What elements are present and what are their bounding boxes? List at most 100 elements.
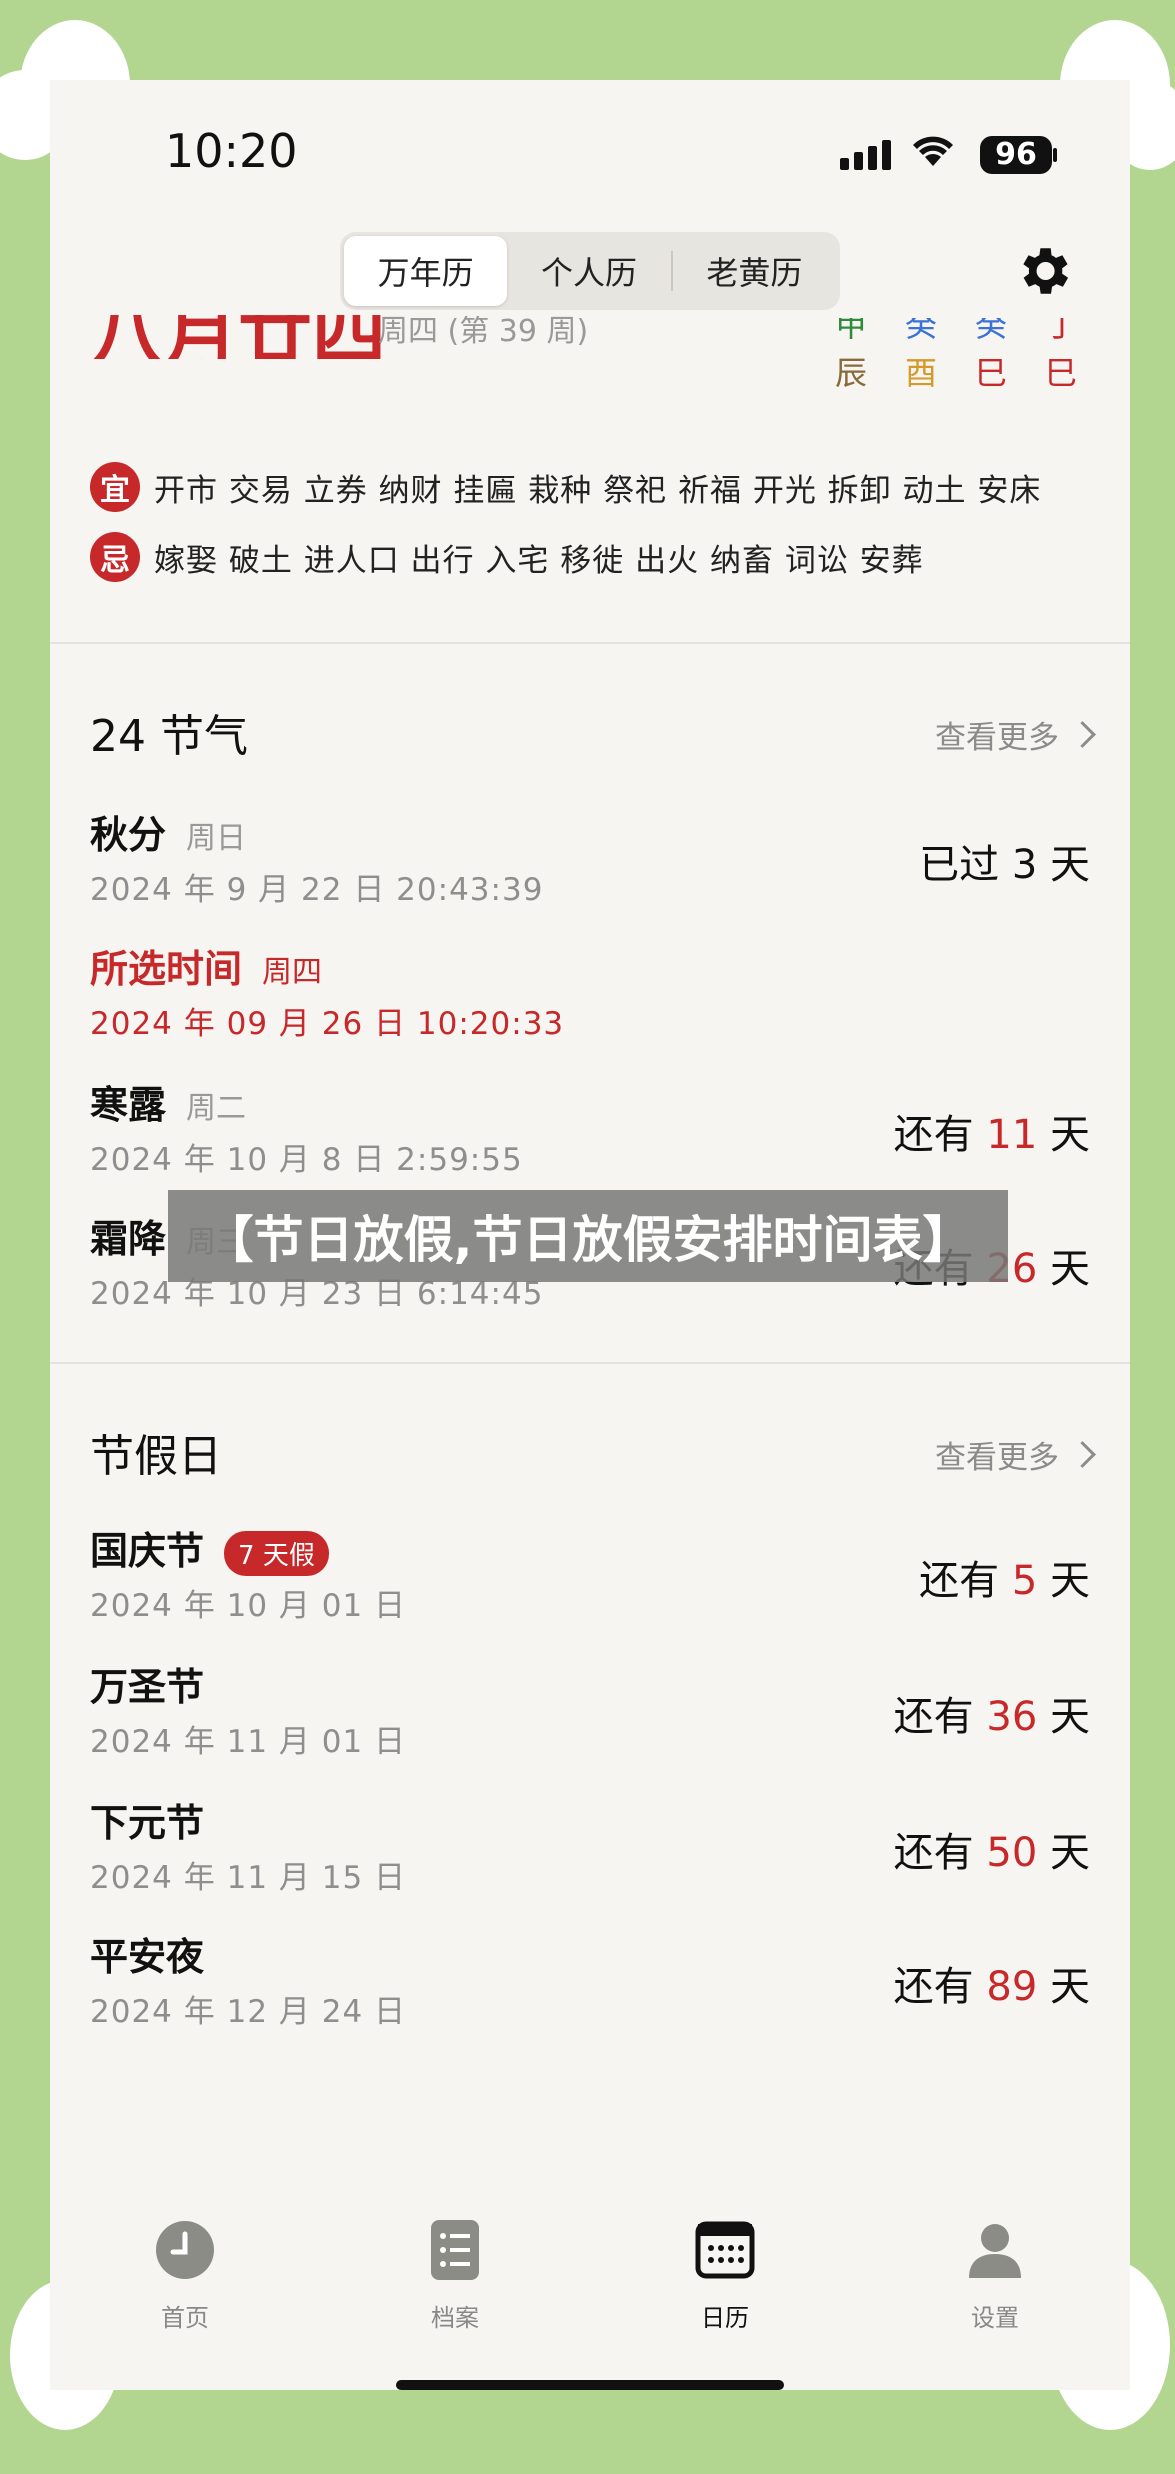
holidays-title: 节假日 bbox=[90, 1431, 222, 1482]
holiday-date: 2024 年 12 月 24 日 bbox=[90, 1994, 407, 2030]
battery-icon: 96 bbox=[980, 136, 1052, 174]
countdown-suffix: 天 bbox=[1050, 1246, 1090, 1292]
countdown-suffix: 天 bbox=[1050, 1558, 1090, 1604]
holiday-name: 下元节 bbox=[90, 1801, 205, 1845]
countdown-prefix: 还有 bbox=[893, 1112, 974, 1158]
ganzhi-month: 癸 酉 bbox=[905, 318, 938, 403]
wifi-icon bbox=[913, 136, 953, 166]
chevron-right-icon bbox=[1069, 721, 1096, 748]
ganzhi-stem: 癸 bbox=[975, 318, 1008, 340]
holiday-date: 2024 年 11 月 01 日 bbox=[90, 1724, 407, 1760]
countdown-prefix: 已过 bbox=[919, 842, 1000, 888]
countdown-days: 5 bbox=[1011, 1558, 1038, 1604]
overlay-title-banner: 【节日放假,节日放假安排时间表】 bbox=[168, 1190, 1008, 1282]
more-label: 查看更多 bbox=[935, 1440, 1059, 1476]
term-date: 2024 年 09 月 26 日 10:20:33 bbox=[90, 1006, 565, 1042]
term-date: 2024 年 10 月 8 日 2:59:55 bbox=[90, 1142, 523, 1178]
solar-term-row[interactable]: 寒露 周二 2024 年 10 月 8 日 2:59:55 还有 11 天 bbox=[90, 1074, 1090, 1194]
ji-badge: 忌 bbox=[90, 532, 140, 582]
term-countdown: 已过 3 天 bbox=[919, 832, 1090, 890]
countdown-days: 11 bbox=[986, 1112, 1038, 1158]
solar-terms-title: 24 节气 bbox=[90, 711, 248, 762]
calendar-mode-switch: 万年历 个人历 老黄历 bbox=[340, 232, 840, 310]
ganzhi-hour: 丁 巳 bbox=[1045, 318, 1078, 403]
section-divider bbox=[50, 1362, 1130, 1364]
yi-badge: 宜 bbox=[90, 462, 140, 512]
yi-text: 开市 交易 立券 纳财 挂匾 栽种 祭祀 祈福 开光 拆卸 动土 安床 bbox=[154, 472, 1042, 509]
term-name: 秋分 bbox=[90, 813, 167, 857]
term-date: 2024 年 9 月 22 日 20:43:39 bbox=[90, 872, 544, 908]
chevron-right-icon bbox=[1069, 1441, 1096, 1468]
list-icon bbox=[431, 2220, 479, 2280]
week-info-text: 周四 (第 39 周) bbox=[378, 316, 589, 349]
tab-archive[interactable]: 档案 bbox=[375, 2220, 535, 2333]
holiday-countdown: 还有 36 天 bbox=[894, 1684, 1090, 1742]
lunar-date: 八月廿四 bbox=[90, 315, 390, 359]
holiday-countdown: 还有 89 天 bbox=[894, 1954, 1090, 2012]
holiday-row[interactable]: 下元节 2024 年 11 月 15 日 还有 50 天 bbox=[90, 1792, 1090, 1912]
holidays-more-link[interactable]: 查看更多 bbox=[935, 1432, 1096, 1477]
solar-terms-more-link[interactable]: 查看更多 bbox=[935, 712, 1096, 757]
status-bar: 10:20 96 bbox=[50, 80, 1130, 230]
tab-settings[interactable]: 设置 bbox=[915, 2220, 1075, 2333]
more-label: 查看更多 bbox=[935, 720, 1059, 756]
countdown-prefix: 还有 bbox=[893, 1964, 974, 2010]
countdown-prefix: 还有 bbox=[893, 1830, 974, 1876]
holiday-name: 万圣节 bbox=[90, 1665, 205, 1709]
clock-icon bbox=[156, 2221, 214, 2279]
gear-icon[interactable] bbox=[1012, 240, 1074, 302]
battery-cap bbox=[1053, 148, 1057, 162]
home-indicator bbox=[396, 2380, 784, 2390]
bottom-tab-bar: 首页 档案 日历 设置 bbox=[50, 2220, 1130, 2390]
countdown-days: 50 bbox=[986, 1830, 1038, 1876]
countdown-days: 89 bbox=[986, 1964, 1038, 2010]
selected-time-row[interactable]: 所选时间 周四 2024 年 09 月 26 日 10:20:33 bbox=[90, 938, 1090, 1058]
signal-icon bbox=[840, 140, 891, 170]
status-time: 10:20 bbox=[165, 124, 298, 178]
holiday-row[interactable]: 国庆节 7 天假 2024 年 10 月 01 日 还有 5 天 bbox=[90, 1520, 1090, 1640]
tab-almanac[interactable]: 老黄历 bbox=[673, 236, 836, 306]
section-divider bbox=[50, 642, 1130, 644]
term-week: 周二 bbox=[186, 1091, 247, 1126]
ganzhi-stem: 丁 bbox=[1045, 318, 1078, 340]
countdown-days: 36 bbox=[986, 1694, 1038, 1740]
tab-personal[interactable]: 个人历 bbox=[507, 236, 670, 306]
term-name: 寒露 bbox=[90, 1083, 167, 1127]
ganzhi-stem: 甲 bbox=[835, 318, 868, 340]
countdown-days: 3 bbox=[1011, 842, 1038, 888]
ganzhi-branch: 巳 bbox=[975, 354, 1008, 392]
holiday-name: 平安夜 bbox=[90, 1935, 205, 1979]
tab-wannianli[interactable]: 万年历 bbox=[344, 236, 508, 306]
week-info: 周四 (第 39 周) bbox=[378, 316, 598, 356]
tab-home[interactable]: 首页 bbox=[105, 2220, 265, 2333]
tab-label: 设置 bbox=[971, 2304, 1019, 2332]
ganzhi-branch: 酉 bbox=[905, 354, 938, 392]
ji-text: 嫁娶 破土 进人口 出行 入宅 移徙 出火 纳畜 词讼 安葬 bbox=[154, 542, 924, 579]
tab-label: 首页 bbox=[161, 2304, 209, 2332]
term-name: 霜降 bbox=[90, 1217, 167, 1261]
countdown-prefix: 还有 bbox=[893, 1694, 974, 1740]
holiday-countdown: 还有 50 天 bbox=[894, 1820, 1090, 1878]
countdown-suffix: 天 bbox=[1050, 1112, 1090, 1158]
tab-calendar[interactable]: 日历 bbox=[645, 2220, 805, 2333]
ji-row: 忌 嫁娶 破土 进人口 出行 入宅 移徙 出火 纳畜 词讼 安葬 bbox=[90, 532, 924, 582]
countdown-suffix: 天 bbox=[1050, 842, 1090, 888]
holiday-date: 2024 年 10 月 01 日 bbox=[90, 1588, 407, 1624]
holiday-row[interactable]: 万圣节 2024 年 11 月 01 日 还有 36 天 bbox=[90, 1656, 1090, 1776]
countdown-suffix: 天 bbox=[1050, 1964, 1090, 2010]
countdown-suffix: 天 bbox=[1050, 1694, 1090, 1740]
term-countdown: 还有 11 天 bbox=[894, 1102, 1090, 1160]
holiday-row[interactable]: 平安夜 2024 年 12 月 24 日 还有 89 天 bbox=[90, 1926, 1090, 2046]
calendar-icon bbox=[695, 2221, 755, 2279]
term-week: 周日 bbox=[186, 821, 247, 856]
countdown-prefix: 还有 bbox=[919, 1558, 1000, 1604]
ganzhi-branch: 辰 bbox=[835, 354, 868, 392]
holiday-name: 国庆节 bbox=[90, 1529, 205, 1573]
solar-term-row[interactable]: 秋分 周日 2024 年 9 月 22 日 20:43:39 已过 3 天 bbox=[90, 804, 1090, 924]
ganzhi-branch: 巳 bbox=[1045, 354, 1078, 392]
term-week: 周四 bbox=[262, 955, 323, 990]
tab-label: 档案 bbox=[431, 2304, 479, 2332]
ganzhi-year: 甲 辰 bbox=[835, 318, 868, 403]
ganzhi-day: 癸 巳 bbox=[975, 318, 1008, 403]
holiday-days-badge: 7 天假 bbox=[224, 1531, 329, 1576]
